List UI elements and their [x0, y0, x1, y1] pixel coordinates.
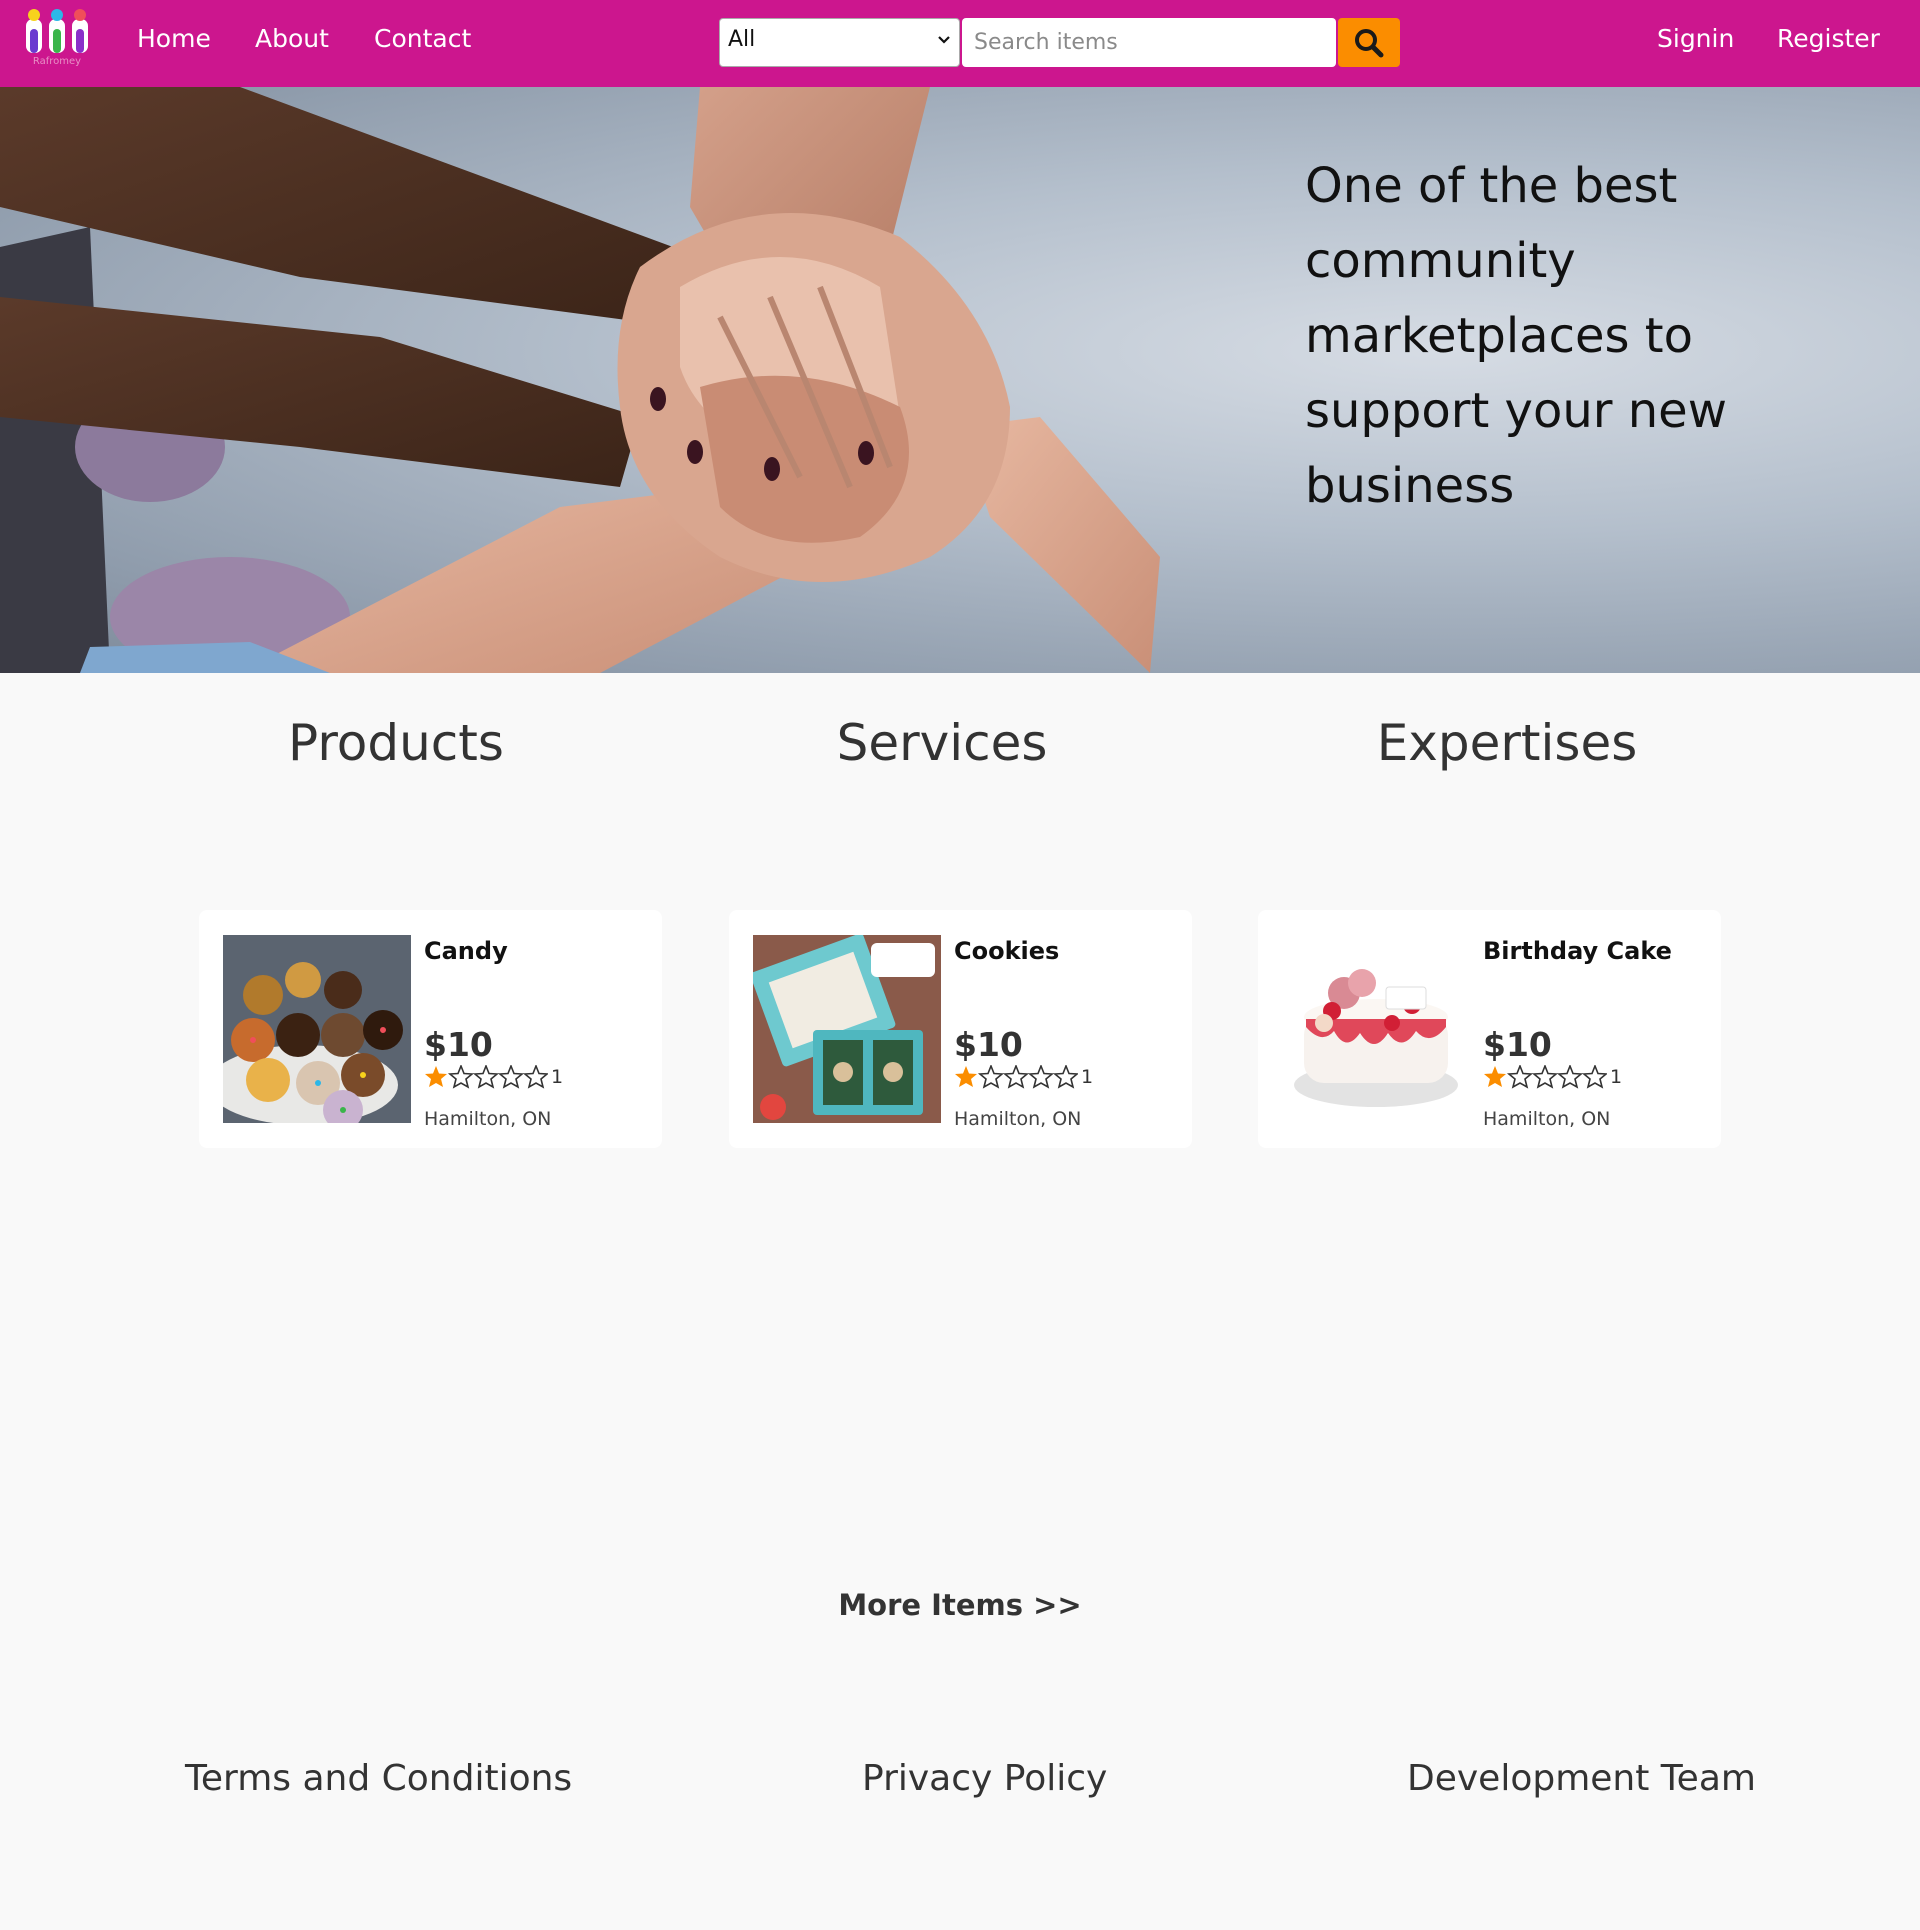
nav-link-about[interactable]: About	[255, 24, 329, 53]
star-empty-icon	[472, 1065, 500, 1089]
item-card-candy[interactable]: Candy $10 1 Hamilton, ON	[199, 910, 662, 1148]
item-price: $10	[424, 1025, 493, 1064]
star-rating	[1484, 1065, 1607, 1089]
star-empty-icon	[1052, 1065, 1078, 1089]
item-location: Hamilton, ON	[954, 1108, 1082, 1130]
star-empty-icon	[1556, 1065, 1584, 1089]
search-button[interactable]	[1338, 18, 1400, 67]
search-icon	[1355, 29, 1384, 58]
star-rating	[955, 1065, 1078, 1089]
hero-headline: One of the best community marketplaces t…	[1305, 158, 1727, 514]
star-empty-icon	[1027, 1065, 1055, 1089]
nav-link-home[interactable]: Home	[137, 24, 211, 53]
footer-link-development-team[interactable]: Development Team	[1407, 1758, 1756, 1799]
item-title[interactable]: Cookies	[954, 937, 1059, 965]
site-logo[interactable]: Rafromey	[24, 5, 90, 71]
star-filled-icon	[1484, 1066, 1506, 1087]
star-empty-icon	[1581, 1065, 1607, 1089]
category-heading-expertises[interactable]: Expertises	[1277, 714, 1737, 772]
category-select-value: All	[728, 27, 756, 52]
item-title[interactable]: Birthday Cake	[1483, 937, 1672, 965]
category-heading-products[interactable]: Products	[166, 714, 626, 772]
star-filled-icon	[955, 1066, 977, 1087]
category-select[interactable]: All	[719, 18, 960, 67]
item-card-cookies[interactable]: Cookies $10 1 Hamilton, ON	[729, 910, 1192, 1148]
rating-count: 1	[551, 1066, 564, 1088]
star-empty-icon	[1506, 1065, 1534, 1089]
nav-link-contact[interactable]: Contact	[374, 24, 471, 53]
rating-count: 1	[1610, 1066, 1623, 1088]
item-image-cookies	[753, 935, 941, 1123]
footer-link-privacy[interactable]: Privacy Policy	[862, 1758, 1107, 1799]
star-empty-icon	[1002, 1065, 1030, 1089]
item-location: Hamilton, ON	[1483, 1108, 1611, 1130]
footer-link-terms[interactable]: Terms and Conditions	[185, 1758, 572, 1799]
star-empty-icon	[1531, 1065, 1559, 1089]
register-link[interactable]: Register	[1777, 24, 1880, 53]
logo-icon	[26, 9, 88, 53]
logo-text: Rafromey	[32, 56, 82, 67]
star-empty-icon	[522, 1065, 548, 1089]
item-image-candy	[223, 935, 411, 1123]
star-empty-icon	[447, 1065, 475, 1089]
top-navbar: Rafromey Home About Contact All Signin R…	[0, 0, 1920, 87]
chevron-down-icon	[938, 36, 950, 44]
item-price: $10	[1483, 1025, 1552, 1064]
item-location: Hamilton, ON	[424, 1108, 552, 1130]
star-filled-icon	[425, 1066, 447, 1087]
rating-count: 1	[1081, 1066, 1094, 1088]
more-items-link[interactable]: More Items >>	[800, 1588, 1120, 1622]
item-title[interactable]: Candy	[424, 937, 508, 965]
item-image-birthday-cake	[1282, 935, 1470, 1123]
hero-banner: One of the best community marketplaces t…	[0, 87, 1920, 673]
signin-link[interactable]: Signin	[1657, 24, 1734, 53]
item-card-birthday-cake[interactable]: Birthday Cake $10 1 Hamilton, ON	[1258, 910, 1721, 1148]
search-input[interactable]	[962, 18, 1336, 67]
item-price: $10	[954, 1025, 1023, 1064]
category-heading-services[interactable]: Services	[712, 714, 1172, 772]
star-empty-icon	[977, 1065, 1005, 1089]
star-empty-icon	[497, 1065, 525, 1089]
star-rating	[425, 1065, 548, 1089]
